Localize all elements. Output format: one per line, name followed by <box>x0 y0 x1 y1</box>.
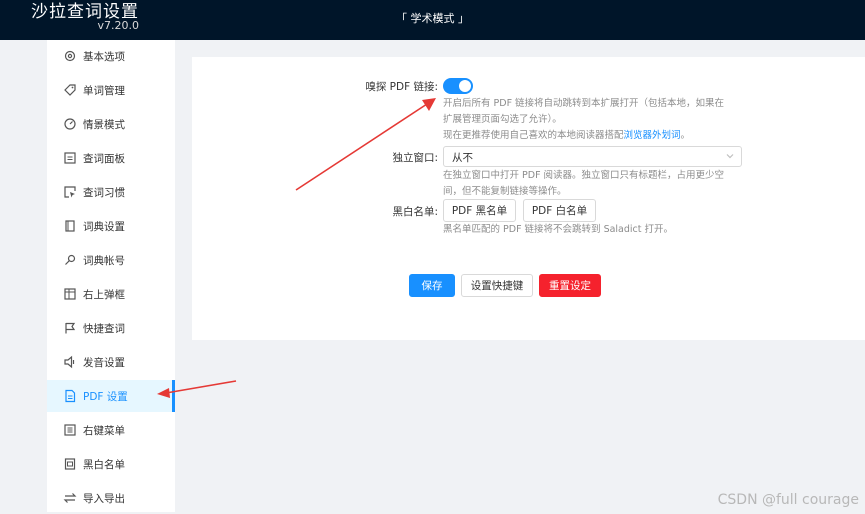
blackwhite-list-label: 黑白名单: <box>392 206 438 218</box>
sidebar-item-label: 右上弹框 <box>83 288 125 301</box>
sidebar-item-panel[interactable]: 查词面板 <box>47 142 175 174</box>
sidebar-item-label: 查词习惯 <box>83 186 125 199</box>
sidebar-item-label: 情景模式 <box>83 118 125 131</box>
sidebar-item-pdf[interactable]: PDF 设置 <box>47 380 175 412</box>
sidebar-item-label: 查词面板 <box>83 152 125 165</box>
layout-icon <box>64 288 76 300</box>
sidebar-item-label: 黑白名单 <box>83 458 125 471</box>
sidebar-item-label: 右键菜单 <box>83 424 125 437</box>
menu-icon <box>64 424 76 436</box>
book-icon <box>65 220 75 232</box>
mode-label[interactable]: 「 学术模式 」 <box>0 10 865 26</box>
sidebar-item-habits[interactable]: 查词习惯 <box>47 176 175 208</box>
sidebar-item-label: PDF 设置 <box>83 390 128 403</box>
panel-icon <box>64 152 76 164</box>
help-text: 现在更推荐使用自己喜欢的本地阅读器搭配 <box>443 130 624 141</box>
sidebar: 基本选项 单词管理 情景模式 查词面板 查词习惯 词典设置 词典帐号 右上弹框 … <box>47 40 175 512</box>
sidebar-item-blackwhite[interactable]: 黑白名单 <box>47 448 175 480</box>
sound-icon <box>64 355 75 369</box>
sidebar-item-label: 发音设置 <box>83 356 125 369</box>
app-header: 沙拉查词设置 v7.20.0 「 学术模式 」 <box>0 0 865 40</box>
help-line: 间，但不能复制链接等操作。 <box>443 186 567 197</box>
sidebar-item-words[interactable]: 单词管理 <box>47 74 175 106</box>
chevron-down-icon <box>726 154 734 159</box>
sniff-pdf-switch[interactable] <box>443 78 473 94</box>
standalone-window-label: 独立窗口: <box>392 152 438 164</box>
sidebar-item-quick-search[interactable]: 快捷查词 <box>47 312 175 344</box>
sidebar-item-dicts[interactable]: 词典设置 <box>47 210 175 242</box>
sidebar-item-context-menu[interactable]: 右键菜单 <box>47 414 175 446</box>
file-pdf-icon <box>65 389 76 403</box>
tag-icon <box>64 84 76 96</box>
set-shortcut-button[interactable]: 设置快捷键 <box>461 274 533 297</box>
sidebar-item-profiles[interactable]: 情景模式 <box>47 108 175 140</box>
help-line: 现在更推荐使用自己喜欢的本地阅读器搭配浏览器外划词。 <box>443 128 724 144</box>
blackwhite-list-help: 黑名单匹配的 PDF 链接将不会跳转到 Saladict 打开。 <box>443 224 674 235</box>
switch-knob <box>459 80 471 92</box>
key-icon <box>65 254 76 265</box>
sidebar-item-label: 单词管理 <box>83 84 125 97</box>
sidebar-item-accounts[interactable]: 词典帐号 <box>47 244 175 276</box>
cursor-select-icon <box>64 186 76 198</box>
dashboard-icon <box>64 118 76 130</box>
sidebar-item-pronunciation[interactable]: 发音设置 <box>47 346 175 378</box>
flag-icon <box>65 322 76 334</box>
save-button[interactable]: 保存 <box>409 274 455 297</box>
sidebar-item-popup[interactable]: 右上弹框 <box>47 278 175 310</box>
swap-icon <box>63 493 77 503</box>
help-line: 开启后所有 PDF 链接将自动跳转到本扩展打开（包括本地，如果在 <box>443 98 725 109</box>
sidebar-item-label: 基本选项 <box>83 50 125 63</box>
pdf-whitelist-button[interactable]: PDF 白名单 <box>523 199 596 222</box>
sidebar-item-basic[interactable]: 基本选项 <box>47 40 175 72</box>
reset-settings-button[interactable]: 重置设定 <box>539 274 601 297</box>
sniff-pdf-label: 嗅探 PDF 链接: <box>365 81 438 93</box>
pdf-blacklist-button[interactable]: PDF 黑名单 <box>443 199 516 222</box>
sidebar-item-label: 词典帐号 <box>83 254 125 267</box>
sidebar-item-label: 导入导出 <box>83 492 125 505</box>
help-text: 。 <box>680 130 691 141</box>
help-line: 在独立窗口中打开 PDF 阅读器。独立窗口只有标题栏，占用更少空 <box>443 170 725 181</box>
sidebar-item-label: 快捷查词 <box>83 322 125 335</box>
sidebar-item-label: 词典设置 <box>83 220 125 233</box>
sidebar-item-import-export[interactable]: 导入导出 <box>47 482 175 514</box>
help-line: 扩展管理页面勾选了允许）。 <box>443 114 562 125</box>
browser-selection-link[interactable]: 浏览器外划词 <box>624 130 681 141</box>
csdn-watermark: CSDN @full courage <box>717 492 859 508</box>
standalone-window-select[interactable]: 从不 <box>443 146 742 167</box>
sniff-pdf-help: 开启后所有 PDF 链接将自动跳转到本扩展打开（包括本地，如果在 扩展管理页面勾… <box>443 96 724 144</box>
gear-icon <box>64 50 76 62</box>
list-icon <box>64 458 76 470</box>
standalone-window-help: 在独立窗口中打开 PDF 阅读器。独立窗口只有标题栏，占用更少空 间，但不能复制… <box>443 168 724 200</box>
select-value: 从不 <box>452 152 473 164</box>
